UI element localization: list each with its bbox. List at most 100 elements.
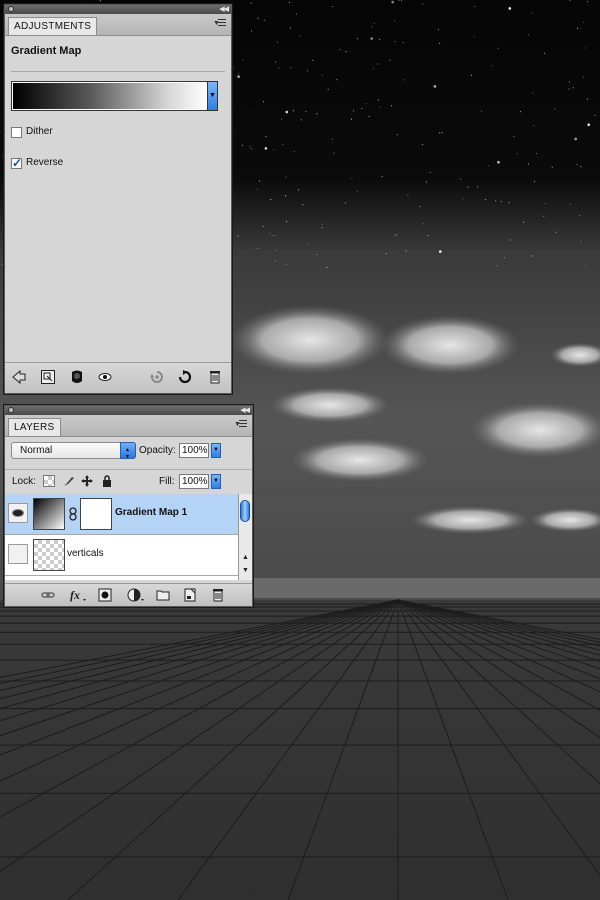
star	[372, 68, 374, 70]
gradient-picker[interactable]: ▼	[11, 81, 218, 111]
star	[251, 148, 252, 150]
add-mask-icon[interactable]	[98, 588, 112, 602]
star	[484, 199, 486, 201]
layer-name: verticals	[67, 548, 104, 559]
fx-icon[interactable]: fx	[69, 588, 87, 602]
lock-image-brush-icon[interactable]	[63, 475, 75, 487]
scroll-up-icon[interactable]: ▲	[242, 554, 249, 561]
star	[365, 103, 367, 105]
trash-icon[interactable]	[207, 369, 223, 385]
star	[241, 144, 243, 146]
star	[474, 6, 476, 8]
opacity-input[interactable]: 100%	[179, 443, 209, 458]
panel-menu-icon[interactable]: ▼	[234, 420, 248, 430]
scrollbar-thumb[interactable]	[240, 500, 250, 522]
star	[533, 125, 535, 127]
star	[528, 34, 529, 36]
star	[471, 74, 472, 76]
fill-input[interactable]: 100%	[179, 474, 209, 489]
star	[298, 189, 300, 191]
star	[531, 255, 533, 257]
visibility-eye-icon[interactable]	[8, 503, 28, 523]
adjustments-tabrow: ADJUSTMENTS ▼	[5, 14, 231, 36]
star	[477, 186, 479, 188]
star	[353, 110, 355, 112]
dither-checkbox[interactable]	[11, 127, 22, 138]
star	[277, 41, 279, 43]
delete-layer-icon[interactable]	[211, 588, 225, 602]
star	[500, 201, 502, 203]
star	[533, 180, 535, 182]
star	[394, 20, 395, 22]
star	[586, 98, 588, 100]
adjustment-layer-icon[interactable]	[127, 588, 145, 602]
new-layer-icon[interactable]	[183, 588, 197, 602]
star	[532, 92, 534, 94]
star	[312, 59, 314, 61]
collapse-icon[interactable]: ◀◀	[219, 5, 229, 14]
star	[577, 27, 578, 29]
star	[351, 118, 352, 120]
svg-text:fx: fx	[70, 588, 80, 602]
star	[332, 6, 334, 7]
adjustments-titlebar: ◀◀	[5, 5, 231, 14]
expand-view-icon[interactable]	[40, 369, 56, 385]
previous-state-icon[interactable]	[149, 369, 165, 385]
star	[401, 0, 402, 2]
star	[251, 30, 252, 32]
star	[377, 63, 379, 65]
star	[422, 144, 424, 146]
lock-transparent-icon[interactable]	[43, 475, 55, 487]
tab-adjustments[interactable]: ADJUSTMENTS	[8, 17, 98, 35]
star	[569, 81, 571, 83]
lock-all-icon[interactable]	[101, 475, 113, 487]
mask-icon[interactable]	[69, 369, 85, 385]
star	[439, 250, 442, 253]
new-group-icon[interactable]	[156, 588, 170, 602]
adjustment-title: Gradient Map	[11, 45, 82, 57]
tab-layers[interactable]: LAYERS	[8, 418, 61, 436]
star	[242, 59, 244, 61]
star	[368, 116, 370, 117]
star	[582, 76, 584, 78]
gradient-dropdown-button[interactable]: ▼	[207, 82, 217, 110]
reset-icon[interactable]	[177, 369, 193, 385]
star	[391, 0, 395, 4]
star	[398, 0, 400, 2]
eye-icon[interactable]	[97, 369, 113, 385]
layer-mask-thumbnail[interactable]	[80, 498, 112, 530]
layers-footer: fx	[5, 583, 252, 606]
stepper-icon[interactable]	[120, 442, 136, 465]
reverse-checkbox[interactable]: ✓	[11, 156, 22, 170]
layers-scrollbar[interactable]: ▲ ▼	[238, 494, 252, 580]
star	[586, 0, 588, 2]
close-button[interactable]	[8, 6, 14, 12]
layers-panel: ◀◀ LAYERS ▼ Normal Opacity: 100% Lock: F…	[4, 405, 253, 607]
star	[269, 232, 271, 234]
star	[462, 198, 464, 200]
star	[278, 67, 280, 69]
scroll-down-icon[interactable]: ▼	[242, 567, 249, 574]
opacity-dropdown-button[interactable]	[211, 443, 221, 458]
visibility-eye-icon[interactable]	[8, 544, 28, 564]
star	[403, 79, 405, 81]
collapse-icon[interactable]: ◀◀	[240, 406, 250, 415]
lock-position-move-icon[interactable]	[81, 475, 93, 487]
star	[1, 263, 3, 265]
star	[285, 110, 289, 114]
blend-mode-select[interactable]: Normal	[11, 442, 136, 465]
layer-row-verticals[interactable]: verticals	[5, 535, 238, 576]
star	[273, 235, 275, 236]
back-arrow-icon[interactable]	[11, 369, 27, 385]
chain-link-icon[interactable]	[69, 507, 77, 521]
star	[361, 108, 363, 109]
fill-dropdown-button[interactable]	[211, 474, 221, 489]
panel-menu-icon[interactable]: ▼	[213, 19, 227, 29]
star	[467, 186, 469, 188]
star	[282, 144, 284, 146]
link-layers-icon[interactable]	[41, 588, 55, 602]
layer-row-partial[interactable]	[5, 576, 238, 580]
layer-row-gradient-map[interactable]: Gradient Map 1	[5, 494, 238, 535]
gradient-preview[interactable]	[13, 83, 208, 109]
close-button[interactable]	[8, 407, 14, 413]
